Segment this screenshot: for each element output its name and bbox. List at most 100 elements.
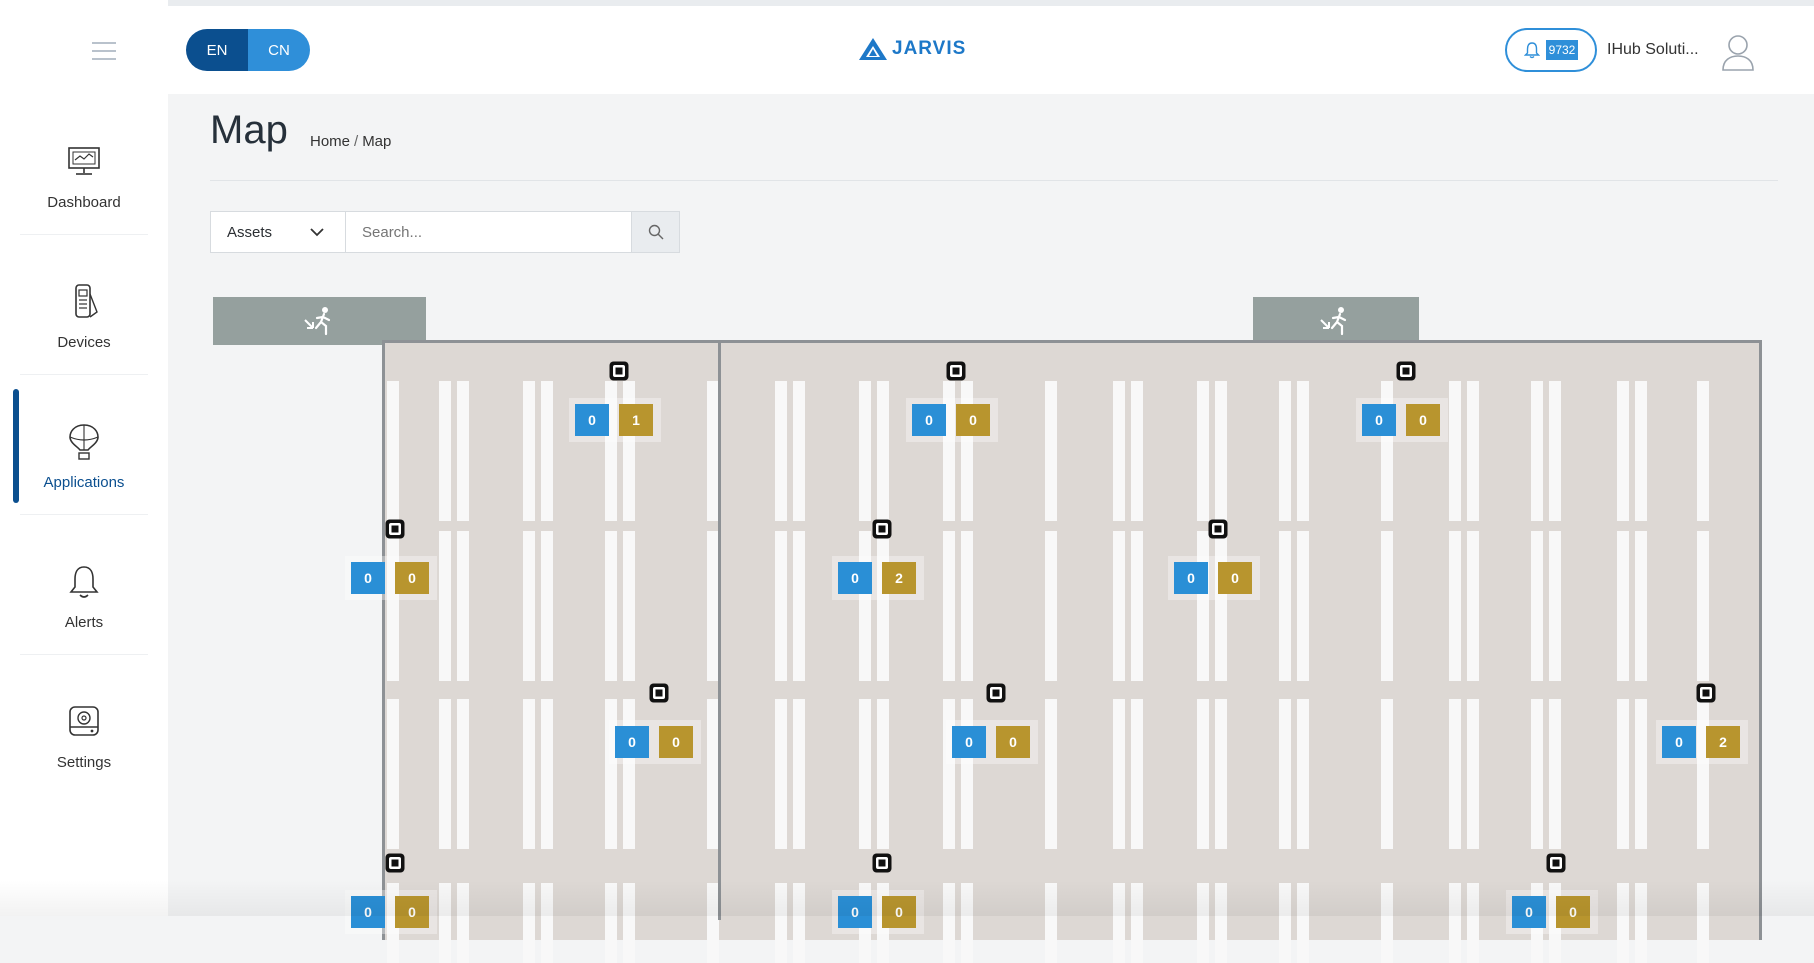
storage-rack (1467, 381, 1479, 521)
sidebar-item-settings[interactable]: Settings (0, 674, 168, 804)
chevron-down-icon (310, 228, 324, 237)
storage-rack (541, 699, 553, 849)
storage-rack (1197, 699, 1209, 849)
sensor-gold-count: 0 (659, 726, 693, 758)
entrance-right[interactable] (1253, 297, 1419, 345)
sensor-chip-icon (385, 519, 405, 539)
settings-icon (69, 706, 99, 736)
menu-toggle-icon[interactable] (92, 42, 116, 60)
search-button[interactable] (632, 211, 680, 253)
sensor-marker[interactable]: 00 (609, 682, 709, 764)
sensor-chip-icon (649, 683, 669, 703)
sensor-blue-count: 0 (575, 404, 609, 436)
storage-rack (1045, 699, 1057, 849)
sensor-blue-count: 0 (1362, 404, 1396, 436)
language-cn-button[interactable]: CN (248, 29, 310, 71)
storage-rack (859, 699, 871, 849)
sensor-gold-count: 0 (395, 562, 429, 594)
sensor-marker[interactable]: 00 (906, 360, 1006, 442)
storage-rack (1297, 531, 1309, 681)
sensor-marker[interactable]: 00 (1506, 852, 1606, 934)
map-filter-bar: Assets (210, 211, 680, 253)
storage-rack (1297, 381, 1309, 521)
storage-rack (1635, 883, 1647, 963)
storage-rack (775, 381, 787, 521)
sensor-marker[interactable]: 02 (832, 518, 932, 600)
sidebar-item-label: Settings (56, 754, 112, 771)
category-select[interactable]: Assets (210, 211, 346, 253)
storage-rack (1697, 531, 1709, 681)
storage-rack (1113, 381, 1125, 521)
breadcrumb: Home / Map (310, 133, 391, 150)
storage-rack (605, 531, 617, 681)
sensor-blue-count: 0 (351, 896, 385, 928)
storage-rack (1279, 531, 1291, 681)
sidebar-item-devices[interactable]: Devices (0, 254, 168, 384)
sensor-marker[interactable]: 02 (1656, 682, 1756, 764)
sensor-marker[interactable]: 00 (946, 682, 1046, 764)
storage-rack (605, 883, 617, 963)
search-input[interactable] (346, 211, 632, 253)
sensor-chip-icon (946, 361, 966, 381)
storage-rack (439, 699, 451, 849)
storage-rack (1381, 699, 1393, 849)
page-title: Map (210, 108, 288, 152)
user-avatar-icon[interactable] (1720, 32, 1756, 72)
storage-rack (1381, 883, 1393, 963)
sensor-blue-count: 0 (912, 404, 946, 436)
storage-rack (1449, 699, 1461, 849)
sensor-blue-count: 0 (1174, 562, 1208, 594)
storage-rack (1381, 531, 1393, 681)
entrance-left[interactable] (213, 297, 426, 345)
sensor-gold-count: 0 (1406, 404, 1440, 436)
sensor-gold-count: 0 (395, 896, 429, 928)
sidebar-item-applications[interactable]: Applications (0, 394, 168, 524)
notifications-button[interactable]: 9732 (1505, 28, 1597, 72)
storage-rack (1531, 531, 1543, 681)
sidebar-item-dashboard[interactable]: Dashboard (0, 114, 168, 244)
sidebar-divider (20, 654, 148, 655)
storage-rack (1467, 883, 1479, 963)
sensor-marker[interactable]: 01 (569, 360, 669, 442)
sensor-marker[interactable]: 00 (1168, 518, 1268, 600)
sidebar-divider (20, 514, 148, 515)
sensor-chip-icon (609, 361, 629, 381)
storage-rack (457, 883, 469, 963)
brand-logo[interactable]: JARVIS (858, 37, 966, 61)
sidebar-divider (20, 374, 148, 375)
storage-rack (1045, 531, 1057, 681)
storage-rack (1131, 699, 1143, 849)
storage-rack (457, 699, 469, 849)
sidebar-divider (20, 234, 148, 235)
devices-icon (75, 284, 98, 318)
storage-rack (1549, 381, 1561, 521)
sensor-gold-count: 0 (956, 404, 990, 436)
sidebar-item-alerts[interactable]: Alerts (0, 534, 168, 664)
user-name[interactable]: IHub Soluti... (1607, 41, 1699, 59)
storage-rack (1131, 883, 1143, 963)
sensor-chip-icon (385, 853, 405, 873)
storage-rack (1617, 699, 1629, 849)
sensor-marker[interactable]: 00 (832, 852, 932, 934)
storage-rack (1617, 531, 1629, 681)
storage-rack (1113, 883, 1125, 963)
header-divider (210, 180, 1778, 181)
storage-rack (523, 883, 535, 963)
sensor-marker[interactable]: 00 (345, 518, 445, 600)
sensor-chip-icon (1208, 519, 1228, 539)
sensor-blue-count: 0 (838, 562, 872, 594)
storage-rack (859, 381, 871, 521)
sensor-marker[interactable]: 00 (345, 852, 445, 934)
storage-rack (1197, 381, 1209, 521)
monitor-icon (68, 147, 100, 175)
storage-rack (775, 699, 787, 849)
storage-rack (1531, 381, 1543, 521)
storage-rack (1549, 699, 1561, 849)
storage-rack (439, 381, 451, 521)
menu-line (92, 58, 116, 60)
language-en-button[interactable]: EN (186, 29, 248, 71)
sensor-chip-icon (1546, 853, 1566, 873)
storage-rack (1113, 531, 1125, 681)
breadcrumb-home-link[interactable]: Home (310, 133, 350, 150)
sensor-marker[interactable]: 00 (1356, 360, 1456, 442)
